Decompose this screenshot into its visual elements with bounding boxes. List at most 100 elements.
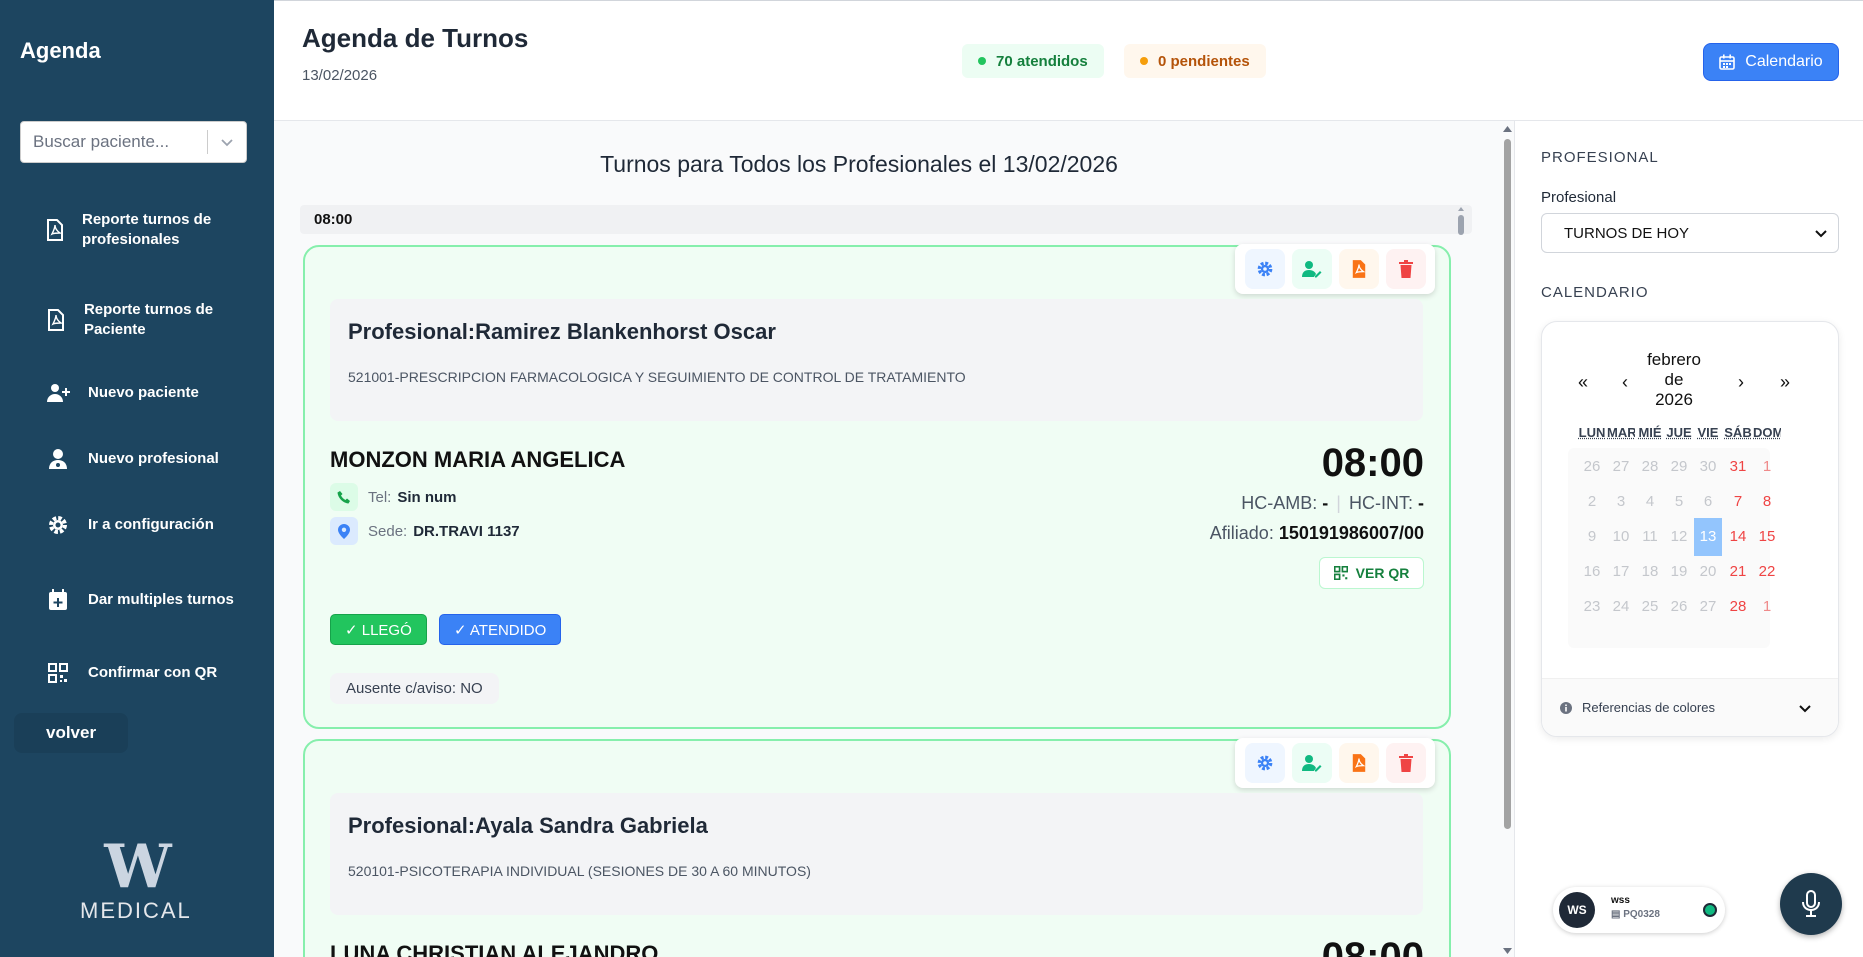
calendar-day[interactable]: 9 bbox=[1578, 518, 1606, 556]
calendar-day[interactable]: 17 bbox=[1607, 553, 1635, 591]
qr-code-icon bbox=[46, 661, 70, 685]
calendar-day[interactable]: 28 bbox=[1724, 588, 1752, 626]
phone-label: Tel: bbox=[368, 488, 392, 506]
prev-year-button[interactable]: « bbox=[1578, 372, 1588, 393]
user-code: ▤ PQ0328 bbox=[1611, 909, 1660, 920]
user-name: wss bbox=[1611, 895, 1630, 906]
color-legend-toggle[interactable]: Referencias de colores bbox=[1542, 678, 1838, 736]
calendar-day[interactable]: 11 bbox=[1636, 518, 1664, 556]
right-panel: PROFESIONAL Profesional TURNOS DE HOY CA… bbox=[1514, 121, 1863, 957]
calendar-day[interactable]: 18 bbox=[1636, 553, 1664, 591]
weekday-header: JUE bbox=[1666, 425, 1692, 440]
nav-report-patient[interactable]: Reporte turnos de Paciente bbox=[46, 300, 246, 340]
edit-patient-button[interactable] bbox=[1291, 743, 1332, 783]
calendar-day[interactable]: 28 bbox=[1636, 448, 1664, 486]
main-scrollbar[interactable] bbox=[1501, 121, 1514, 957]
calendar-day[interactable]: 29 bbox=[1665, 448, 1693, 486]
delete-button[interactable] bbox=[1385, 743, 1426, 783]
user-session-card[interactable]: WS wss ▤ PQ0328 bbox=[1553, 887, 1725, 933]
weekday-header: VIE bbox=[1697, 425, 1719, 440]
next-month-button[interactable]: › bbox=[1738, 372, 1744, 393]
calendar-day[interactable]: 10 bbox=[1607, 518, 1635, 556]
attended-toggle[interactable]: ✓ ATENDIDO bbox=[439, 614, 562, 645]
calendar-day[interactable]: 12 bbox=[1665, 518, 1693, 556]
divider: | bbox=[1336, 493, 1341, 513]
color-legend-label: Referencias de colores bbox=[1582, 700, 1715, 715]
professional-select-value: TURNOS DE HOY bbox=[1564, 224, 1690, 242]
weekday-header: MIÉ bbox=[1638, 425, 1662, 440]
calendar-day[interactable]: 8 bbox=[1753, 483, 1781, 521]
edit-patient-button[interactable] bbox=[1291, 249, 1332, 289]
patient-search-select[interactable]: Buscar paciente... bbox=[20, 121, 247, 163]
calendar-day[interactable]: 6 bbox=[1694, 483, 1722, 521]
calendar-day[interactable]: 7 bbox=[1724, 483, 1752, 521]
calendar-day[interactable]: 14 bbox=[1724, 518, 1752, 556]
pdf-button[interactable] bbox=[1338, 743, 1379, 783]
next-year-button[interactable]: » bbox=[1780, 372, 1790, 393]
appointment-card: Profesional:Ayala Sandra Gabriela 520101… bbox=[303, 738, 1451, 957]
view-qr-button[interactable]: VER QR bbox=[1319, 557, 1424, 589]
calendar-button[interactable]: Calendario bbox=[1703, 43, 1839, 81]
month-name: febrero bbox=[1647, 350, 1701, 369]
nav-label: Nuevo profesional bbox=[88, 450, 219, 467]
calendar-day[interactable]: 27 bbox=[1607, 448, 1635, 486]
nav-confirm-qr[interactable]: Confirmar con QR bbox=[46, 661, 246, 685]
microphone-button[interactable] bbox=[1780, 873, 1842, 935]
attended-badge: 70 atendidos bbox=[962, 44, 1104, 78]
professional-name: Profesional:Ramirez Blankenhorst Oscar bbox=[348, 319, 776, 344]
arrived-toggle[interactable]: ✓ LLEGÓ bbox=[330, 614, 427, 645]
calendar-day[interactable]: 16 bbox=[1578, 553, 1606, 591]
settings-button[interactable] bbox=[1244, 249, 1285, 289]
nav-multiple-appointments[interactable]: Dar multiples turnos bbox=[46, 588, 246, 612]
inner-scrollbar[interactable] bbox=[1456, 205, 1466, 235]
calendar-day[interactable]: 3 bbox=[1607, 483, 1635, 521]
affiliate-value: 150191986007/00 bbox=[1278, 523, 1424, 543]
calendar-day[interactable]: 5 bbox=[1665, 483, 1693, 521]
nav-label: Ir a configuración bbox=[88, 516, 214, 533]
calendar-day[interactable]: 26 bbox=[1665, 588, 1693, 626]
pdf-button[interactable] bbox=[1338, 249, 1379, 289]
settings-button[interactable] bbox=[1244, 743, 1285, 783]
calendar-month-label[interactable]: febrero de 2026 bbox=[1646, 350, 1702, 410]
nav-report-professionals[interactable]: Reporte turnos de profesionales bbox=[46, 210, 246, 250]
weekday-header: SÁB bbox=[1724, 425, 1752, 440]
service-description: 520101-PSICOTERAPIA INDIVIDUAL (SESIONES… bbox=[348, 863, 811, 879]
chevron-down-icon[interactable] bbox=[208, 134, 246, 150]
calendar-day[interactable]: 1 bbox=[1753, 588, 1781, 626]
nav-new-patient[interactable]: Nuevo paciente bbox=[46, 381, 246, 405]
year: 2026 bbox=[1655, 390, 1693, 409]
calendar-day[interactable]: 23 bbox=[1578, 588, 1606, 626]
card-actions bbox=[1235, 244, 1435, 294]
calendar-day[interactable]: 20 bbox=[1694, 553, 1722, 591]
calendar-day[interactable]: 30 bbox=[1694, 448, 1722, 486]
calendar-day[interactable]: 27 bbox=[1694, 588, 1722, 626]
professional-name: Profesional:Ayala Sandra Gabriela bbox=[348, 813, 708, 838]
calendar-day[interactable]: 24 bbox=[1607, 588, 1635, 626]
trash-icon bbox=[1398, 260, 1413, 278]
nav-new-professional[interactable]: Nuevo profesional bbox=[46, 447, 246, 471]
calendar-day[interactable]: 22 bbox=[1753, 553, 1781, 591]
scrollbar-thumb[interactable] bbox=[1504, 139, 1511, 829]
calendar-day[interactable]: 1 bbox=[1753, 448, 1781, 486]
prev-month-button[interactable]: ‹ bbox=[1622, 372, 1628, 393]
calendar-day[interactable]: 15 bbox=[1753, 518, 1781, 556]
calendar-day-selected[interactable]: 13 bbox=[1694, 518, 1722, 556]
calendar-day[interactable]: 2 bbox=[1578, 483, 1606, 521]
phone-value: Sin num bbox=[397, 488, 457, 506]
card-actions bbox=[1235, 738, 1435, 788]
pdf-file-icon bbox=[46, 308, 66, 332]
calendar-day[interactable]: 31 bbox=[1724, 448, 1752, 486]
back-button[interactable]: volver bbox=[14, 713, 128, 753]
delete-button[interactable] bbox=[1385, 249, 1426, 289]
nav-settings[interactable]: Ir a configuración bbox=[46, 513, 246, 537]
calendar-day[interactable]: 19 bbox=[1665, 553, 1693, 591]
professional-info: Profesional:Ramirez Blankenhorst Oscar 5… bbox=[330, 299, 1423, 421]
status-dot-green bbox=[978, 57, 986, 65]
professional-select[interactable]: TURNOS DE HOY bbox=[1541, 213, 1839, 253]
calendar-day[interactable]: 21 bbox=[1724, 553, 1752, 591]
calendar-day[interactable]: 4 bbox=[1636, 483, 1664, 521]
calendar-day[interactable]: 25 bbox=[1636, 588, 1664, 626]
patient-name: LUNA CHRISTIAN ALEJANDRO bbox=[330, 941, 659, 957]
calendar-day[interactable]: 26 bbox=[1578, 448, 1606, 486]
location-pin-icon bbox=[330, 517, 358, 545]
